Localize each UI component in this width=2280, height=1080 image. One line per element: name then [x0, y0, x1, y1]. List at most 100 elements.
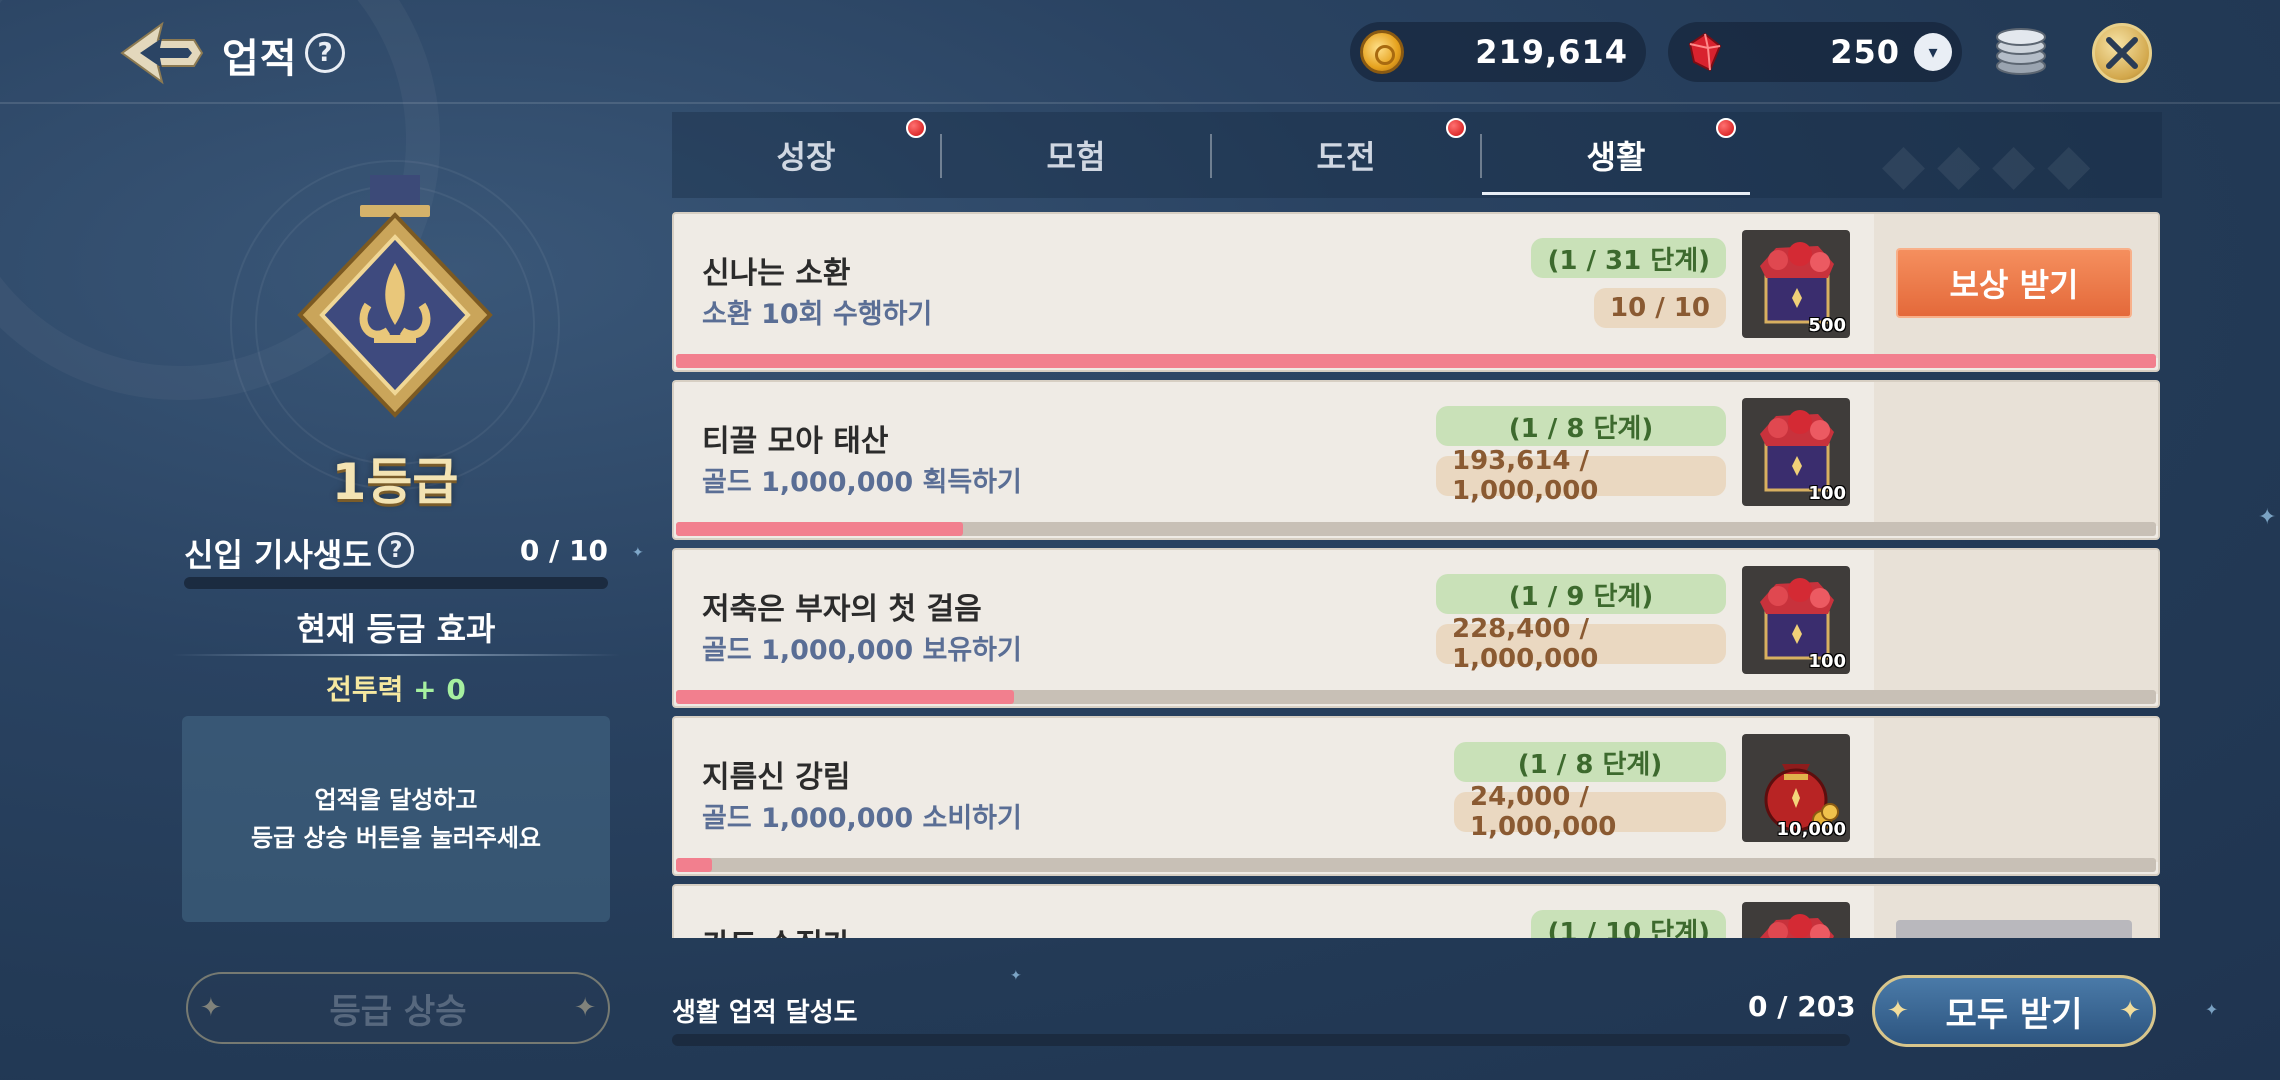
active-tab-indicator — [1482, 192, 1750, 195]
achievement-card: 저축은 부자의 첫 걸음 골드 1,000,000 보유하기 (1 / 9 단계… — [672, 548, 2160, 708]
achievement-card: 카드 수집가 (1 / 10 단계) — [672, 884, 2160, 938]
top-bar: 업적 ? 219,614 ▾ 250 — [0, 0, 2280, 104]
help-icon[interactable]: ? — [305, 33, 345, 73]
claim-all-button[interactable]: 모두 받기 — [1872, 975, 2156, 1047]
stage-badge: (1 / 8 단계) — [1436, 406, 1726, 446]
grade-medal-icon — [297, 175, 493, 418]
tab-life[interactable]: 생활 — [1482, 112, 1750, 198]
achievement-name: 지름신 강림 — [702, 760, 851, 795]
divider — [172, 654, 620, 656]
achievement-card: 신나는 소환 소환 10회 수행하기 (1 / 31 단계) 10 / 10 5… — [672, 212, 2160, 372]
effect-number: + 0 — [413, 673, 466, 706]
claim-reward-button[interactable]: 보상 받기 — [1896, 248, 2132, 318]
card-action-zone — [1874, 550, 2158, 694]
gold-coin-icon — [1360, 30, 1404, 74]
progress-fill — [676, 858, 712, 872]
rank-title: 신입 기사생도 — [184, 536, 372, 574]
effect-label: 전투력 — [326, 673, 404, 706]
stage-badge: (1 / 10 단계) — [1531, 910, 1726, 938]
achievement-progress-bar — [676, 522, 2156, 536]
tab-label: 도전 — [1316, 138, 1376, 176]
coin-stack-icon[interactable] — [1993, 26, 2049, 78]
page-title: 업적 — [222, 36, 298, 82]
reward-quantity: 500 — [1808, 315, 1846, 336]
progress-badge: 193,614 / 1,000,000 — [1436, 446, 1726, 506]
reward-slot[interactable]: 100 — [1742, 566, 1850, 674]
reward-quantity: 100 — [1808, 483, 1846, 504]
progress-fill — [676, 690, 1015, 704]
achievement-list[interactable]: 신나는 소환 소환 10회 수행하기 (1 / 31 단계) 10 / 10 5… — [672, 210, 2160, 938]
gem-dropdown-icon[interactable]: ▾ — [1914, 33, 1952, 71]
progress-fill — [676, 522, 963, 536]
achievement-progress-bar — [676, 858, 2156, 872]
decorative-diamonds: ◆◆◆◆ — [1882, 132, 2103, 197]
promote-button[interactable]: 등급 상승 — [186, 972, 610, 1044]
achievement-desc: 골드 1,000,000 소비하기 — [702, 803, 1022, 834]
notification-dot-icon — [1716, 118, 1736, 138]
progress-badge: 10 / 10 — [1594, 288, 1726, 328]
achievement-name: 저축은 부자의 첫 걸음 — [702, 592, 982, 627]
tab-label: 성장 — [776, 138, 836, 176]
info-text-line: 등급 상승 버튼을 눌러주세요 — [250, 824, 542, 852]
claim-reward-button-disabled — [1896, 920, 2132, 938]
overall-progress-count: 0 / 203 — [1748, 990, 1856, 1023]
reward-quantity: 100 — [1808, 651, 1846, 672]
tab-label: 모험 — [1046, 138, 1106, 176]
overall-progress-bar — [672, 1034, 1850, 1046]
reward-slot[interactable]: 100 — [1742, 398, 1850, 506]
sparkle-icon: ✦ — [2258, 505, 2277, 530]
reward-slot[interactable]: 10,000 — [1742, 734, 1850, 842]
stage-badge: (1 / 8 단계) — [1454, 742, 1726, 782]
gem-amount: 250 — [1830, 33, 1900, 71]
overall-progress-label: 생활 업적 달성도 — [672, 998, 858, 1028]
back-button[interactable] — [118, 18, 206, 88]
grade-label: 1등급 — [331, 453, 459, 511]
reward-slot[interactable]: 500 — [1742, 230, 1850, 338]
notification-dot-icon — [1446, 118, 1466, 138]
card-action-zone — [1874, 718, 2158, 862]
red-gem-icon — [1688, 32, 1722, 72]
rank-row: 신입 기사생도 ? 0 / 10 — [184, 530, 608, 574]
rank-progress-bar — [184, 577, 608, 589]
progress-badge: 228,400 / 1,000,000 — [1436, 614, 1726, 674]
achievement-name: 티끌 모아 태산 — [702, 424, 889, 459]
gem-currency: ▾ 250 — [1668, 22, 1962, 82]
achievement-progress-bar — [676, 690, 2156, 704]
gold-currency: 219,614 — [1350, 22, 1646, 82]
info-box: 업적을 달성하고 등급 상승 버튼을 눌러주세요 — [182, 716, 610, 922]
achievement-desc: 골드 1,000,000 보유하기 — [702, 635, 1022, 666]
stage-badge: (1 / 9 단계) — [1436, 574, 1726, 614]
progress-badge: 24,000 / 1,000,000 — [1454, 782, 1726, 842]
achievement-desc: 골드 1,000,000 획득하기 — [702, 467, 1022, 498]
effect-value: 전투력 + 0 — [184, 668, 608, 708]
tab-challenge[interactable]: 도전 — [1212, 112, 1480, 198]
sparkle-icon: ✦ — [1010, 968, 1022, 984]
close-button[interactable] — [2092, 23, 2152, 83]
sparkle-icon: ✦ — [2205, 1000, 2219, 1019]
sparkle-icon: ✦ — [632, 545, 644, 561]
info-text-line: 업적을 달성하고 — [314, 786, 478, 814]
reward-slot[interactable] — [1742, 902, 1850, 938]
card-action-zone — [1874, 382, 2158, 526]
achievement-desc: 소환 10회 수행하기 — [702, 299, 933, 330]
help-icon[interactable]: ? — [378, 532, 414, 568]
effect-title: 현재 등급 효과 — [296, 610, 496, 648]
reward-quantity: 10,000 — [1776, 819, 1846, 840]
achievement-name: 신나는 소환 — [702, 256, 851, 291]
tab-label: 생활 — [1586, 138, 1646, 176]
tab-adventure[interactable]: 모험 — [942, 112, 1210, 198]
achievement-name: 카드 수집가 — [702, 920, 850, 938]
rank-progress: 0 / 10 — [519, 534, 608, 567]
stage-badge: (1 / 31 단계) — [1531, 238, 1726, 278]
close-icon — [2106, 37, 2138, 69]
category-tabs: ◆◆◆◆ 성장 모험 도전 생활 — [672, 112, 2162, 198]
notification-dot-icon — [906, 118, 926, 138]
gem-chest-icon — [1760, 914, 1834, 938]
progress-fill — [676, 354, 2156, 368]
gold-amount: 219,614 — [1475, 33, 1628, 71]
back-arrow-icon — [120, 21, 204, 85]
achievement-card: 티끌 모아 태산 골드 1,000,000 획득하기 (1 / 8 단계) 19… — [672, 380, 2160, 540]
tab-growth[interactable]: 성장 — [672, 112, 940, 198]
achievement-progress-bar — [676, 354, 2156, 368]
achievement-card: 지름신 강림 골드 1,000,000 소비하기 (1 / 8 단계) 24,0… — [672, 716, 2160, 876]
